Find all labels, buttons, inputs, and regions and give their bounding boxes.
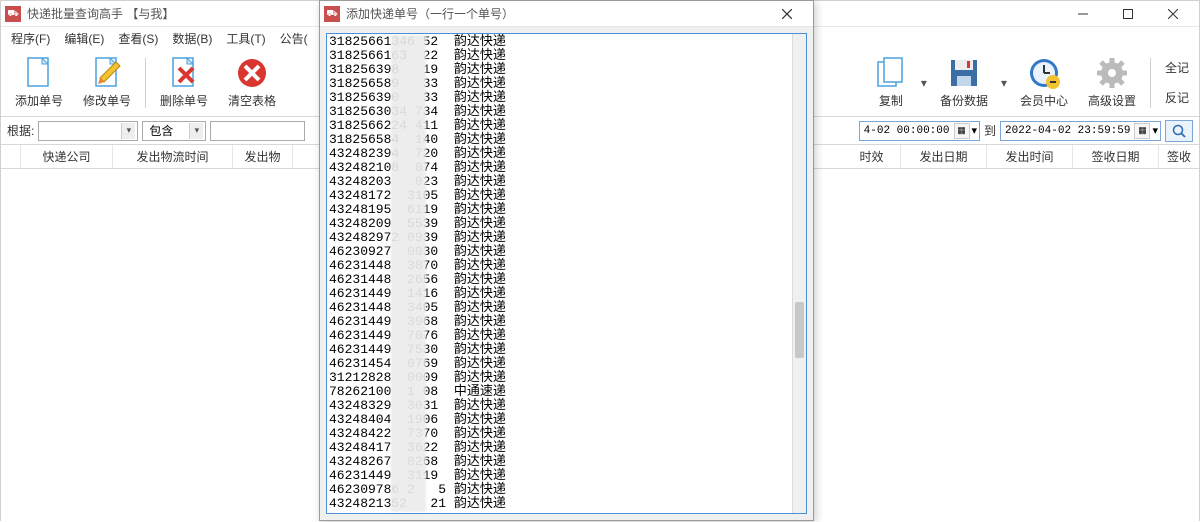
delete-button[interactable]: 删除单号 <box>150 51 218 115</box>
date-to-text: 2022-04-02 23:59:59 <box>1005 125 1130 137</box>
edit-doc-icon <box>90 56 124 90</box>
calendar-icon[interactable]: ▦ <box>1134 123 1150 139</box>
copy-dropdown[interactable]: ▾ <box>918 51 930 115</box>
backup-label: 备份数据 <box>940 92 988 109</box>
settings-button[interactable]: 高级设置 <box>1078 51 1146 115</box>
blurred-region <box>391 35 426 512</box>
window-controls <box>1060 1 1195 27</box>
row-selector-col <box>1 145 21 168</box>
col-send-date[interactable]: 发出日期 <box>901 145 987 168</box>
chevron-down-icon: ▾ <box>189 123 203 139</box>
search-icon <box>1172 124 1186 138</box>
clear-label: 清空表格 <box>228 92 276 109</box>
toolbar-divider <box>145 58 146 108</box>
tracking-textarea[interactable]: 31825661346 52 韵达快递 3182566163 22 韵达快递 3… <box>326 33 807 514</box>
col-ship-detail[interactable]: 发出物 <box>233 145 293 168</box>
dialog-title: 添加快递单号（一行一个单号） <box>346 5 764 22</box>
menu-tools[interactable]: 工具(T) <box>220 28 271 49</box>
gear-icon <box>1095 56 1129 90</box>
add-button[interactable]: 添加单号 <box>5 51 73 115</box>
add-label: 添加单号 <box>15 92 63 109</box>
menu-view[interactable]: 查看(S) <box>112 28 164 49</box>
invert-select-button[interactable]: 反记 <box>1159 87 1195 108</box>
menu-data[interactable]: 数据(B) <box>166 28 218 49</box>
col-sign[interactable]: 签收 <box>1159 145 1199 168</box>
menu-program[interactable]: 程序(F) <box>5 28 56 49</box>
vertical-scrollbar[interactable] <box>792 34 806 513</box>
filter-op-combo[interactable]: 包含 ▾ <box>142 121 206 141</box>
search-button[interactable] <box>1165 120 1193 142</box>
dialog-controls <box>764 1 809 27</box>
chevron-down-icon[interactable]: ▾ <box>1152 124 1158 138</box>
chevron-down-icon: ▾ <box>121 123 135 139</box>
chevron-down-icon[interactable]: ▾ <box>972 124 978 138</box>
minimize-button[interactable] <box>1060 1 1105 27</box>
menu-edit[interactable]: 编辑(E) <box>58 28 110 49</box>
col-ship-time[interactable]: 发出物流时间 <box>113 145 233 168</box>
member-label: 会员中心 <box>1020 92 1068 109</box>
scrollbar-thumb[interactable] <box>795 302 804 358</box>
col-send-time[interactable]: 发出时间 <box>987 145 1073 168</box>
filter-op-value: 包含 <box>145 122 189 139</box>
backup-dropdown[interactable]: ▾ <box>998 51 1010 115</box>
dialog-body: 31825661346 52 韵达快递 3182566163 22 韵达快递 3… <box>320 27 813 520</box>
filter-field-combo[interactable]: ▾ <box>38 121 138 141</box>
dialog-titlebar: ⛟ 添加快递单号（一行一个单号） <box>320 1 813 27</box>
clock-icon <box>1027 56 1061 90</box>
app-icon: ⛟ <box>5 6 21 22</box>
save-icon <box>947 56 981 90</box>
add-tracking-dialog: ⛟ 添加快递单号（一行一个单号） 31825661346 52 韵达快递 318… <box>319 0 814 521</box>
delete-label: 删除单号 <box>160 92 208 109</box>
edit-button[interactable]: 修改单号 <box>73 51 141 115</box>
dialog-close-button[interactable] <box>764 1 809 27</box>
backup-button[interactable]: 备份数据 <box>930 51 998 115</box>
filter-value-input[interactable] <box>210 121 305 141</box>
col-sign-date[interactable]: 签收日期 <box>1073 145 1159 168</box>
menu-notice[interactable]: 公告( <box>274 28 314 49</box>
col-duration[interactable]: 时效 <box>843 145 901 168</box>
maximize-button[interactable] <box>1105 1 1150 27</box>
date-to-input[interactable]: 2022-04-02 23:59:59 ▦ ▾ <box>1000 121 1161 141</box>
close-button[interactable] <box>1150 1 1195 27</box>
copy-label: 复制 <box>879 92 903 109</box>
to-label: 到 <box>984 122 996 139</box>
col-company[interactable]: 快递公司 <box>21 145 113 168</box>
date-from-text: 4-02 00:00:00 <box>864 125 950 137</box>
member-button[interactable]: 会员中心 <box>1010 51 1078 115</box>
edit-label: 修改单号 <box>83 92 131 109</box>
add-doc-icon <box>22 56 56 90</box>
toolbar-side: 全记 反记 <box>1159 53 1195 113</box>
toolbar-divider-2 <box>1150 58 1151 108</box>
delete-doc-icon <box>167 56 201 90</box>
dialog-icon: ⛟ <box>324 6 340 22</box>
clear-icon <box>235 56 269 90</box>
filter-label: 根据: <box>7 122 34 139</box>
settings-label: 高级设置 <box>1088 92 1136 109</box>
date-from-input[interactable]: 4-02 00:00:00 ▦ ▾ <box>859 121 980 141</box>
clear-button[interactable]: 清空表格 <box>218 51 286 115</box>
copy-icon <box>874 56 908 90</box>
copy-button[interactable]: 复制 <box>864 51 918 115</box>
select-all-button[interactable]: 全记 <box>1159 57 1195 78</box>
calendar-icon[interactable]: ▦ <box>954 123 970 139</box>
